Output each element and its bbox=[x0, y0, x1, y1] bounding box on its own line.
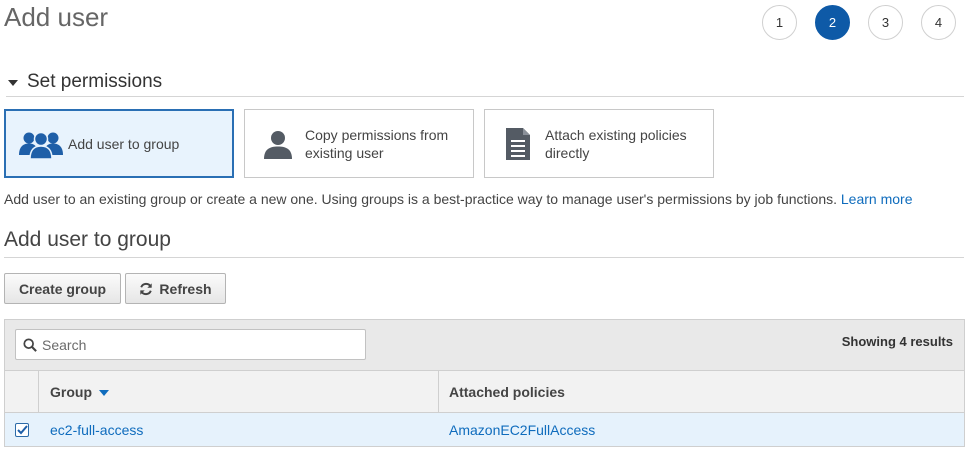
policy-link[interactable]: AmazonEC2FullAccess bbox=[439, 422, 595, 438]
column-header-group[interactable]: Group bbox=[39, 371, 439, 412]
refresh-button-label: Refresh bbox=[159, 280, 212, 297]
column-header-policies-label: Attached policies bbox=[449, 383, 565, 400]
caret-down-icon[interactable] bbox=[8, 80, 18, 86]
option-add-user-to-group[interactable]: Add user to group bbox=[4, 109, 234, 178]
groups-table: Showing 4 results Group Attached policie… bbox=[4, 319, 965, 447]
column-header-policies[interactable]: Attached policies bbox=[439, 371, 565, 412]
sort-descending-icon[interactable] bbox=[99, 389, 109, 396]
description-text: Add user to an existing group or create … bbox=[4, 191, 837, 207]
row-checkbox[interactable] bbox=[15, 422, 29, 437]
group-name-link[interactable]: ec2-full-access bbox=[39, 422, 439, 438]
step-4[interactable]: 4 bbox=[921, 5, 956, 40]
set-permissions-title: Set permissions bbox=[27, 71, 163, 92]
add-user-to-group-title: Add user to group bbox=[4, 228, 171, 251]
step-1[interactable]: 1 bbox=[762, 5, 797, 40]
step-2[interactable]: 2 bbox=[815, 5, 850, 40]
divider bbox=[4, 257, 964, 258]
search-box[interactable] bbox=[15, 329, 366, 360]
table-toolbar: Showing 4 results bbox=[5, 320, 964, 371]
wizard-steps: 1 2 3 4 bbox=[762, 5, 956, 40]
set-permissions-header[interactable]: Set permissions bbox=[6, 71, 964, 97]
refresh-button[interactable]: Refresh bbox=[125, 273, 226, 304]
permission-options: Add user to group Copy permissions from … bbox=[4, 109, 714, 178]
permissions-description: Add user to an existing group or create … bbox=[4, 191, 912, 207]
option-label: Add user to group bbox=[68, 135, 180, 152]
results-count: Showing 4 results bbox=[841, 334, 953, 349]
search-input[interactable] bbox=[42, 336, 342, 353]
row-select-cell bbox=[5, 422, 39, 437]
group-icon bbox=[18, 129, 64, 159]
select-column-header bbox=[5, 371, 39, 412]
option-label: Copy permissions from existing user bbox=[305, 126, 449, 161]
user-icon bbox=[261, 128, 295, 160]
refresh-icon bbox=[139, 282, 153, 296]
option-copy-permissions[interactable]: Copy permissions from existing user bbox=[244, 109, 474, 178]
checkmark-icon bbox=[16, 424, 28, 434]
table-header: Group Attached policies bbox=[5, 371, 964, 413]
option-attach-policies[interactable]: Attach existing policies directly bbox=[484, 109, 714, 178]
table-row[interactable]: ec2-full-access AmazonEC2FullAccess bbox=[5, 413, 964, 446]
learn-more-link[interactable]: Learn more bbox=[841, 191, 913, 207]
page-title: Add user bbox=[4, 2, 109, 32]
document-icon bbox=[501, 127, 535, 161]
create-group-button[interactable]: Create group bbox=[4, 273, 121, 304]
search-icon bbox=[23, 337, 37, 352]
option-label: Attach existing policies directly bbox=[545, 126, 687, 161]
step-3[interactable]: 3 bbox=[868, 5, 903, 40]
column-header-group-label: Group bbox=[50, 383, 92, 400]
